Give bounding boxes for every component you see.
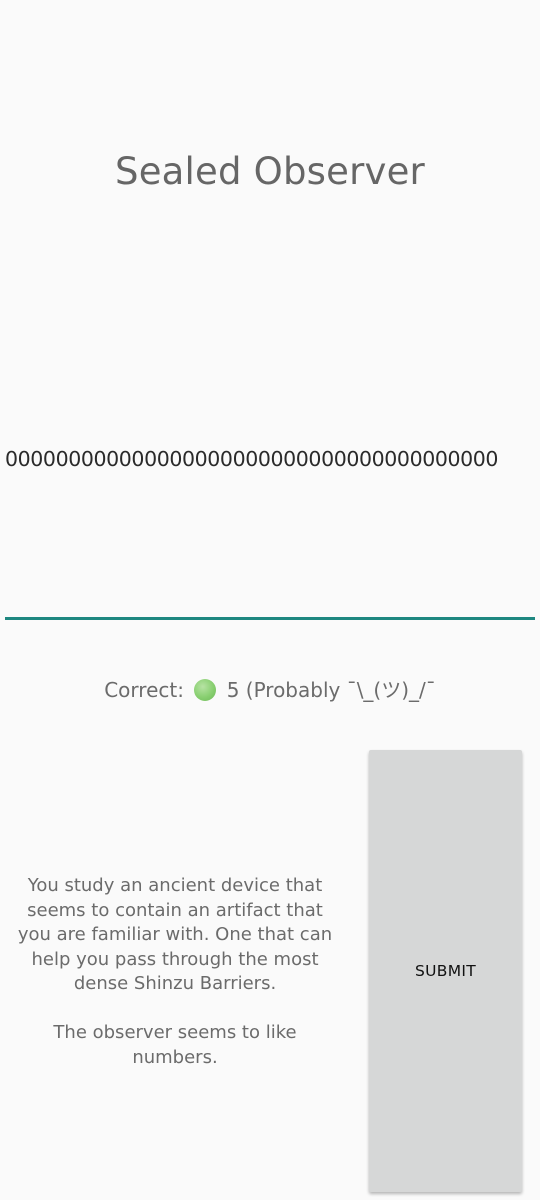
submit-button[interactable]: SUBMIT bbox=[369, 750, 522, 1192]
input-underline bbox=[5, 617, 535, 620]
description-paragraph-1: You study an ancient device that seems t… bbox=[17, 875, 333, 994]
description: You study an ancient device that seems t… bbox=[12, 874, 338, 1070]
page-title: Sealed Observer bbox=[115, 150, 425, 193]
correct-value: 5 (Probably ¯\_(ツ)_/¯ bbox=[226, 678, 436, 702]
correct-label: Correct: bbox=[104, 678, 184, 702]
number-input[interactable]: 000000000000000000000000000000000000000 bbox=[5, 443, 535, 475]
green-circle-icon bbox=[194, 679, 217, 701]
status-line: Correct: 5 (Probably ¯\_(ツ)_/¯ bbox=[0, 674, 540, 703]
description-paragraph-2: The observer seems to like numbers. bbox=[53, 1022, 297, 1068]
